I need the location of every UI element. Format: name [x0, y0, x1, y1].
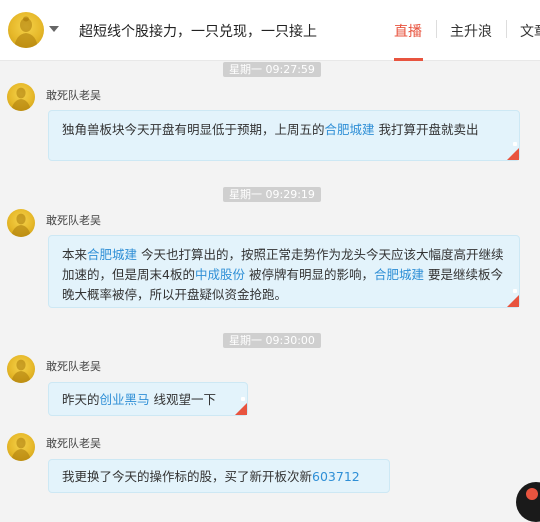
corner-badge-icon — [507, 142, 519, 160]
sender-name: 敢死队老吴 — [46, 437, 101, 450]
message-text: 我更换了今天的操作标的股，买了新开板次新 — [62, 469, 313, 484]
room-title: 超短线个股接力，一只兑现，一只接上 — [79, 24, 317, 40]
message-bubble: 本来合肥城建 今天也打算出的，按照正常走势作为龙头今天应该大幅度高开继续加速的，… — [48, 235, 520, 308]
message-text: 昨天的 — [62, 392, 100, 407]
stock-link[interactable]: 中成股份 — [195, 267, 245, 282]
tab-main-wave[interactable]: 主升浪 — [450, 21, 492, 41]
stock-link[interactable]: 合肥城建 — [87, 247, 137, 262]
tab-live[interactable]: 直播 — [394, 21, 422, 41]
buddha-icon — [11, 87, 31, 111]
message-bubble: 独角兽板块今天开盘有明显低于预期，上周五的合肥城建 我打算开盘就卖出 — [48, 110, 520, 161]
live-room-header: 超短线个股接力，一只兑现，一只接上 直播 主升浪 文章 — [0, 0, 540, 61]
buddha-icon — [11, 359, 31, 383]
message-bubble: 昨天的创业黑马 线观望一下 — [48, 382, 248, 416]
message-text: 我打算开盘就卖出 — [374, 122, 479, 137]
message-timestamp: 星期一 09:27:59 — [223, 62, 321, 77]
sender-avatar[interactable] — [7, 433, 35, 461]
chevron-down-icon[interactable] — [49, 26, 59, 32]
sender-avatar[interactable] — [7, 209, 35, 237]
tab-divider — [506, 20, 507, 38]
buddha-icon — [11, 213, 31, 237]
corner-badge-icon — [507, 289, 519, 307]
notification-dot-icon — [526, 488, 538, 500]
stock-link[interactable]: 603712 — [312, 469, 360, 484]
stock-link[interactable]: 合肥城建 — [325, 122, 375, 137]
stock-link[interactable]: 创业黑马 — [100, 392, 150, 407]
message-timestamp: 星期一 09:30:00 — [223, 333, 321, 348]
floating-action-button[interactable] — [516, 482, 540, 522]
message-timestamp: 星期一 09:29:19 — [223, 187, 321, 202]
sender-name: 敢死队老吴 — [46, 214, 101, 227]
buddha-icon — [14, 16, 38, 48]
message-text: 独角兽板块今天开盘有明显低于预期，上周五的 — [62, 122, 325, 137]
buddha-icon — [11, 437, 31, 461]
host-avatar[interactable] — [8, 12, 44, 48]
tab-divider — [436, 20, 437, 38]
corner-badge-icon — [235, 397, 247, 415]
message-text: 本来 — [62, 247, 88, 262]
active-tab-indicator — [394, 58, 423, 61]
sender-avatar[interactable] — [7, 355, 35, 383]
sender-avatar[interactable] — [7, 83, 35, 111]
tab-articles[interactable]: 文章 — [520, 21, 540, 41]
sender-name: 敢死队老吴 — [46, 360, 101, 373]
message-text: 被停牌有明显的影响， — [244, 267, 374, 282]
stock-link[interactable]: 合肥城建 — [374, 267, 424, 282]
message-text: 线观望一下 — [149, 392, 217, 407]
sender-name: 敢死队老吴 — [46, 89, 101, 102]
message-bubble: 我更换了今天的操作标的股，买了新开板次新603712 — [48, 459, 390, 493]
